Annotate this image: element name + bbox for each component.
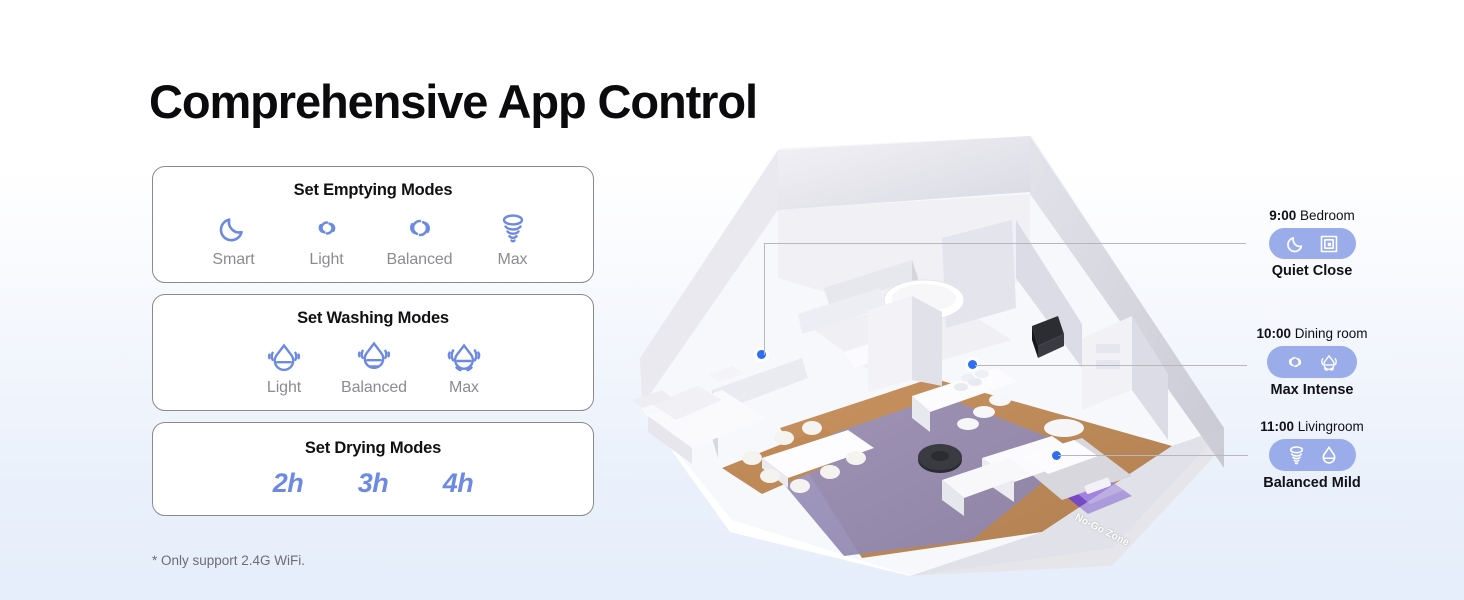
swirl-small-icon [311, 208, 343, 248]
mode-label-light-washing: Light [266, 379, 302, 396]
schedule-caption-dining-room: Max Intense [1270, 382, 1354, 398]
leader-line-vertical-bedroom [764, 243, 765, 355]
square-spiral-icon [1319, 234, 1339, 254]
mode-label-max-washing: Max [449, 379, 479, 396]
washing-mode-list: Light Balanced Max [153, 336, 593, 397]
mode-label-balanced-emptying: Balanced [386, 251, 453, 268]
mode-option-light-emptying[interactable]: Light [280, 208, 373, 269]
schedule-time-bedroom: 9:00 [1269, 208, 1297, 223]
schedule-bedroom: 9:00 Bedroom Quiet Close [1207, 208, 1417, 279]
droplet-icon [1319, 445, 1339, 466]
swirl-large-icon [402, 208, 438, 248]
moon-icon [1286, 233, 1307, 254]
schedule-pill-dining-room[interactable] [1267, 346, 1357, 378]
floorplan-illustration: No-Go Zone [612, 128, 1252, 576]
mode-label-max-emptying: Max [497, 251, 528, 268]
schedule-heading-bedroom: 9:00 Bedroom [1207, 208, 1417, 223]
mode-cards: Set Emptying Modes Smart Light Balanced … [152, 166, 594, 527]
card-title-washing: Set Washing Modes [297, 309, 449, 327]
leader-line-bedroom [764, 243, 1246, 244]
card-title-drying: Set Drying Modes [304, 439, 442, 457]
schedule-dining-room: 10:00 Dining room Max Intense [1207, 326, 1417, 398]
schedule-time-dining-room: 10:00 [1256, 326, 1291, 341]
mode-label-balanced-washing: Balanced [341, 379, 407, 396]
card-set-washing-modes: Set Washing Modes Light Balanced Max [152, 294, 594, 411]
mode-option-balanced-emptying[interactable]: Balanced [373, 208, 466, 269]
droplet-balanced-icon [356, 336, 392, 376]
schedule-pill-livingroom[interactable] [1268, 439, 1356, 471]
schedule-room-dining-room: Dining room [1294, 326, 1368, 341]
mode-option-smart[interactable]: Smart [187, 208, 280, 269]
moon-icon [218, 208, 250, 248]
mode-label-light-emptying: Light [309, 251, 344, 268]
drying-option-2h[interactable]: 2h [246, 468, 331, 499]
droplet-max-icon [1318, 351, 1340, 373]
schedule-caption-bedroom: Quiet Close [1271, 263, 1353, 279]
tornado-icon [1286, 444, 1307, 466]
page-title: Comprehensive App Control [149, 75, 758, 128]
card-set-emptying-modes: Set Emptying Modes Smart Light Balanced … [152, 166, 594, 283]
schedule-livingroom: 11:00 Livingroom Balanced Mild [1207, 419, 1417, 491]
schedule-caption-livingroom: Balanced Mild [1263, 475, 1361, 491]
mode-option-balanced-washing[interactable]: Balanced [329, 336, 419, 397]
card-set-drying-modes: Set Drying Modes 2h 3h 4h [152, 422, 594, 516]
droplet-light-icon [266, 336, 302, 376]
drying-duration-list: 2h 3h 4h [153, 464, 593, 501]
mode-option-max-washing[interactable]: Max [419, 336, 509, 397]
tornado-icon [497, 208, 529, 248]
drying-option-3h[interactable]: 3h [331, 468, 416, 499]
mode-option-light-washing[interactable]: Light [239, 336, 329, 397]
swirl-icon [1284, 351, 1306, 373]
droplet-max-icon [445, 336, 483, 376]
schedule-heading-livingroom: 11:00 Livingroom [1207, 419, 1417, 434]
mode-option-max-emptying[interactable]: Max [466, 208, 559, 269]
schedule-pill-bedroom[interactable] [1268, 228, 1356, 259]
card-title-emptying: Set Emptying Modes [293, 181, 453, 199]
mode-label-smart: Smart [212, 251, 255, 268]
schedule-room-bedroom: Bedroom [1300, 208, 1355, 223]
footnote-wifi-support: * Only support 2.4G WiFi. [152, 553, 306, 568]
drying-option-4h[interactable]: 4h [416, 468, 501, 499]
emptying-mode-list: Smart Light Balanced Max [153, 208, 593, 269]
schedule-room-livingroom: Livingroom [1297, 419, 1364, 434]
schedule-heading-dining-room: 10:00 Dining room [1207, 326, 1417, 341]
schedule-time-livingroom: 11:00 [1260, 419, 1294, 434]
floorplan-svg [632, 136, 1224, 576]
